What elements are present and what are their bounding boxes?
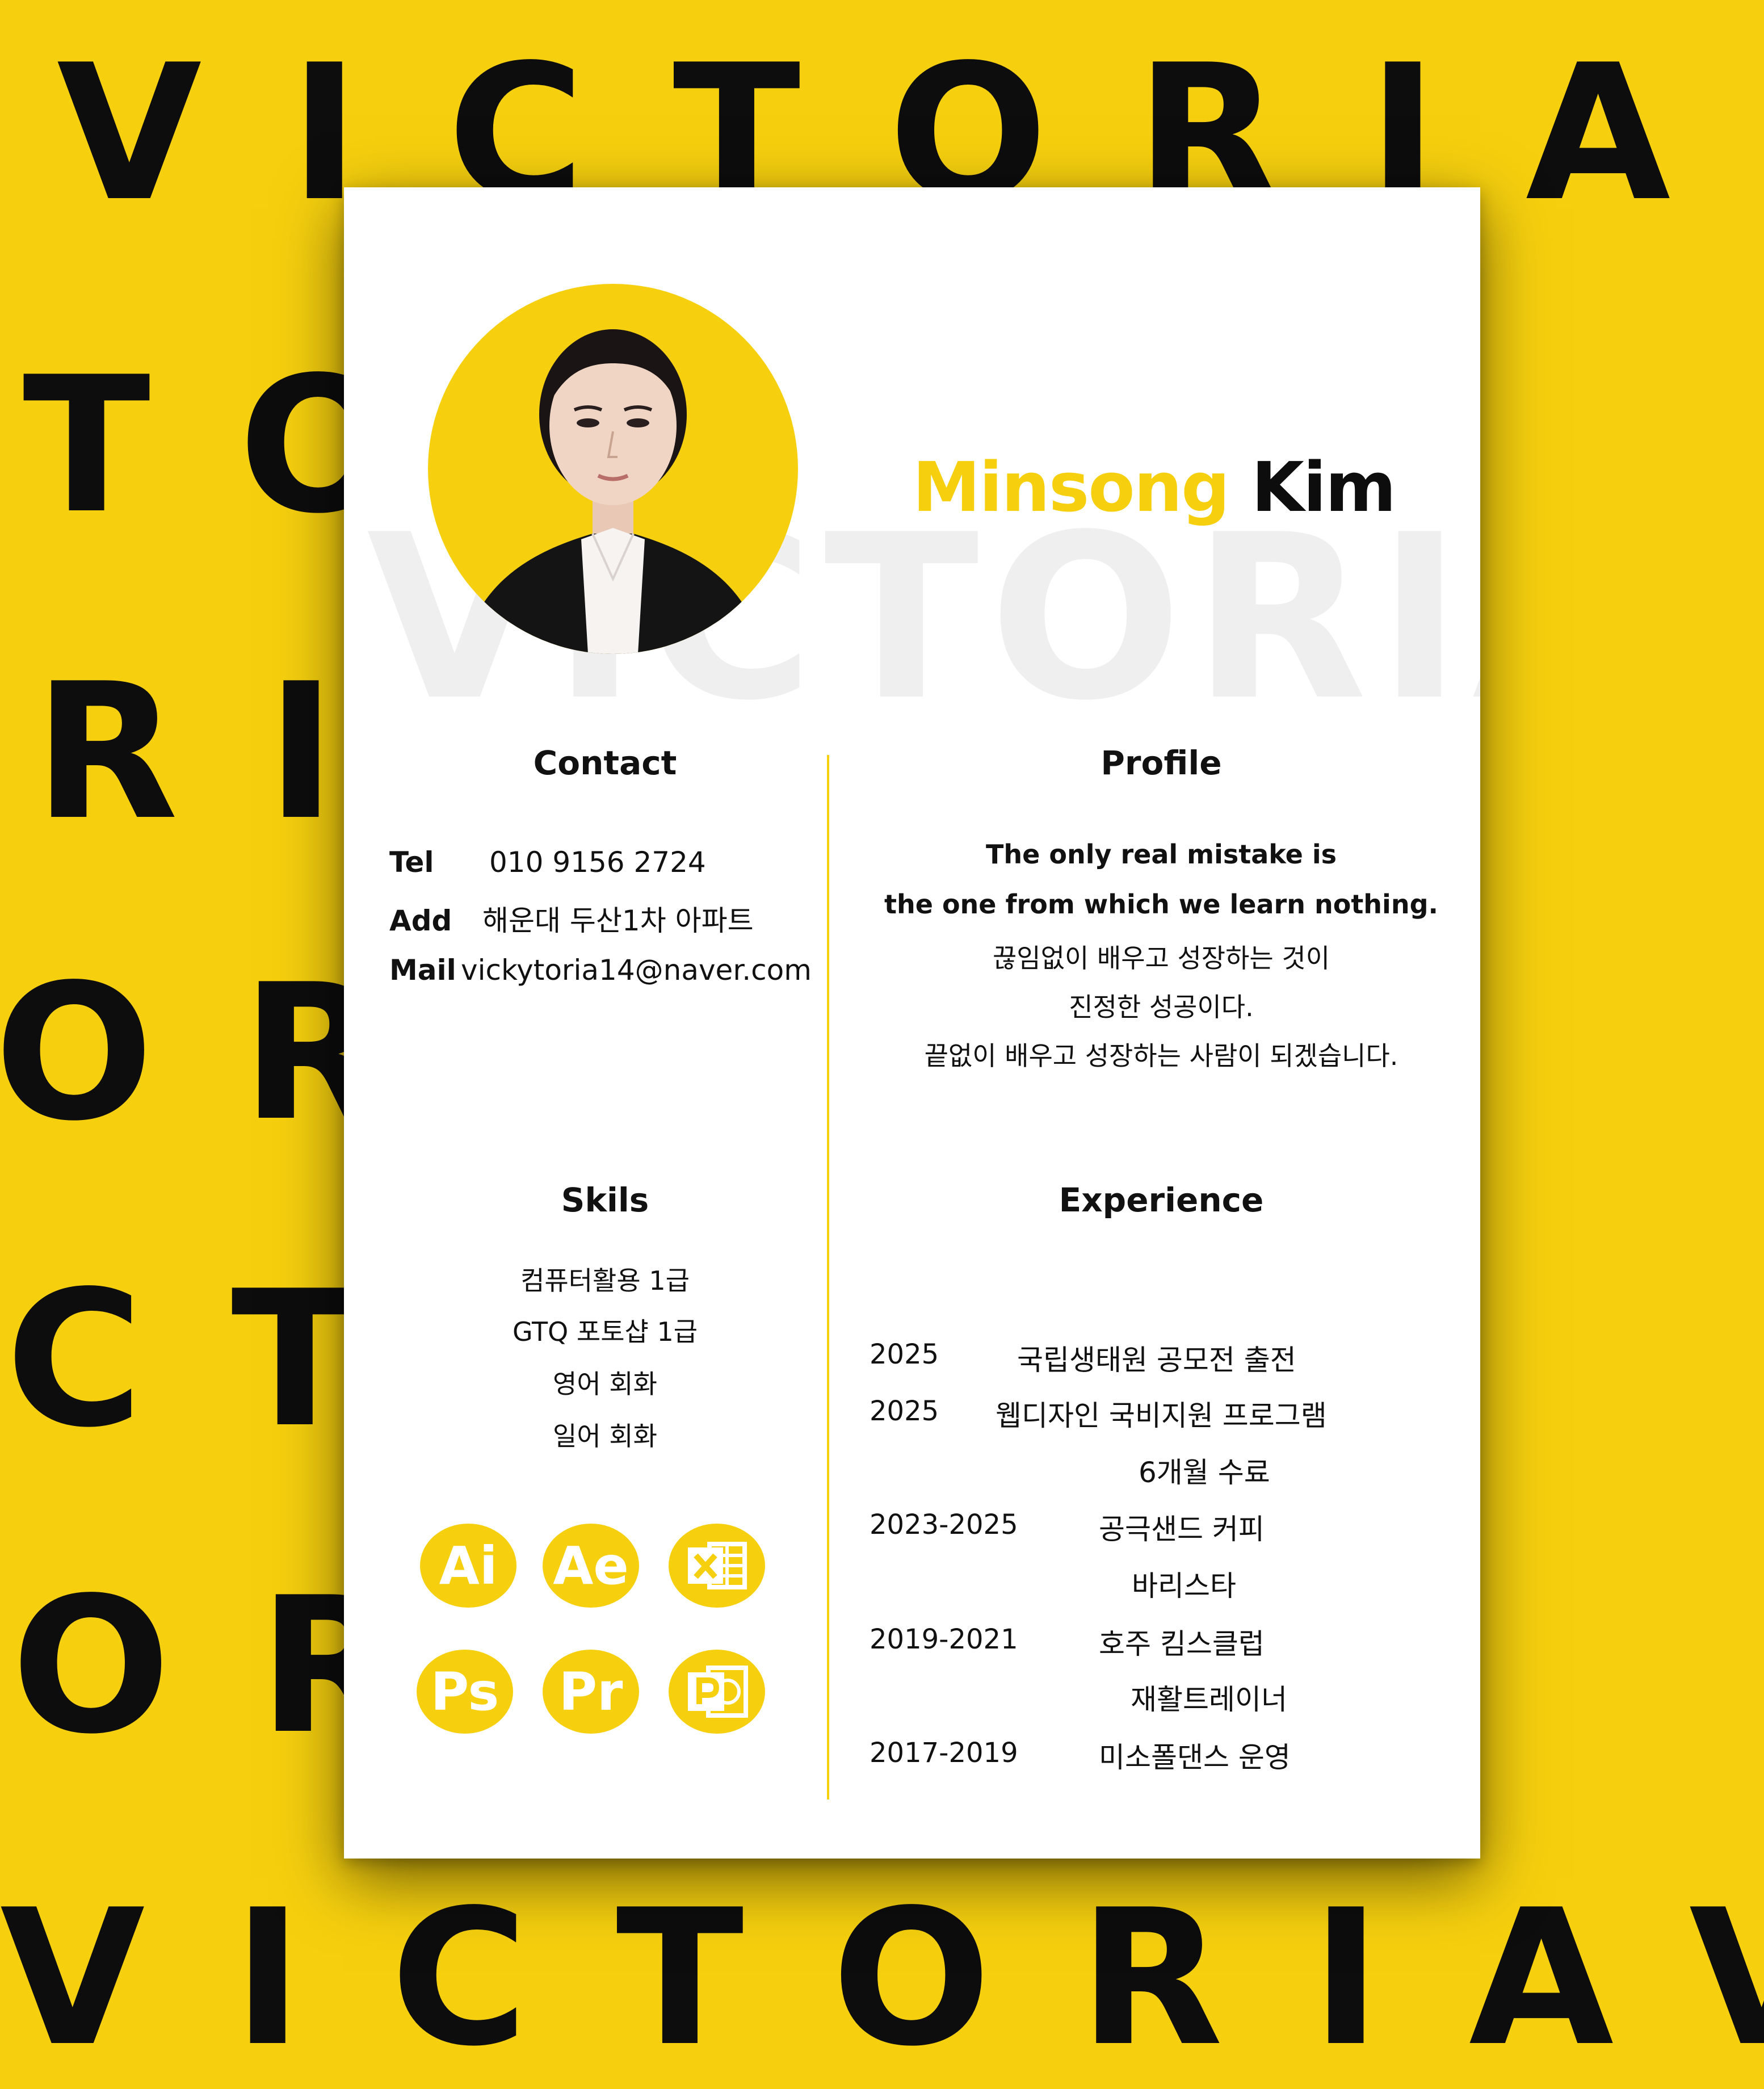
profile-line: the one from which we learn nothing. [884, 889, 1438, 920]
profile-line: The only real mistake is [986, 839, 1337, 870]
skills-heading: Skils [561, 1181, 649, 1219]
experience-description: 바리스타 [1132, 1570, 1236, 1603]
skill-item: 영어 회화 [553, 1369, 657, 1399]
experience-year: 2019-2021 [870, 1624, 1018, 1655]
skill-item: GTQ 포토샵 1급 [512, 1316, 698, 1347]
profile-line: 진정한 성공이다. [1069, 992, 1254, 1022]
contact-label: Add [389, 904, 452, 937]
powerpoint-icon [669, 1650, 765, 1734]
contact-tel: Tel 010 9156 2724 [389, 846, 706, 879]
contact-address: Add 해운대 두산1차 아파트 [389, 898, 754, 939]
photoshop-badge: Ps [417, 1650, 513, 1734]
experience-description: 호주 킴스클럽 [1099, 1627, 1265, 1660]
skill-item: 컴퓨터활용 1급 [520, 1265, 690, 1296]
experience-year: 2025 [870, 1395, 939, 1427]
experience-heading: Experience [1059, 1181, 1264, 1219]
after-effects-badge: Ae [543, 1524, 639, 1608]
excel-icon [669, 1524, 765, 1608]
skill-item: 일어 회화 [553, 1421, 657, 1452]
background-pattern-row: VICTORIAV [0, 1869, 1764, 2087]
contact-value: 해운대 두산1차 아파트 [482, 904, 754, 937]
contact-label: Mail [389, 954, 456, 987]
profile-heading: Profile [1101, 744, 1222, 782]
experience-description: 공극샌드 커피 [1099, 1513, 1265, 1546]
last-name: Kim [1251, 448, 1396, 527]
profile-photo [428, 284, 798, 654]
contact-label: Tel [389, 846, 434, 879]
experience-description: 웹디자인 국비지원 프로그램 [996, 1399, 1327, 1432]
experience-description: 국립생태원 공모전 출전 [1017, 1344, 1296, 1377]
contact-value: vickytoria14@naver.com [461, 954, 812, 987]
experience-description: 재활트레이너 [1131, 1683, 1287, 1716]
premiere-badge: Pr [543, 1650, 639, 1734]
experience-year: 2017-2019 [870, 1737, 1018, 1769]
first-name: Minsong [912, 448, 1230, 527]
profile-line: 끝없이 배우고 성장하는 사람이 되겠습니다. [924, 1041, 1398, 1071]
experience-year: 2023-2025 [870, 1509, 1018, 1541]
illustrator-badge: Ai [420, 1524, 516, 1608]
profile-line: 끊임없이 배우고 성장하는 것이 [992, 943, 1330, 974]
resume-sheet: VICTORIA Minsong Kim [344, 187, 1480, 1859]
contact-value: 010 9156 2724 [489, 846, 706, 879]
experience-year: 2025 [870, 1339, 939, 1370]
experience-description: 미소폴댄스 운영 [1099, 1741, 1291, 1774]
candidate-name: Minsong Kim [912, 448, 1396, 527]
contact-heading: Contact [533, 744, 677, 782]
experience-description: 6개월 수료 [1139, 1456, 1270, 1489]
contact-mail: Mail vickytoria14@naver.com [389, 954, 812, 987]
